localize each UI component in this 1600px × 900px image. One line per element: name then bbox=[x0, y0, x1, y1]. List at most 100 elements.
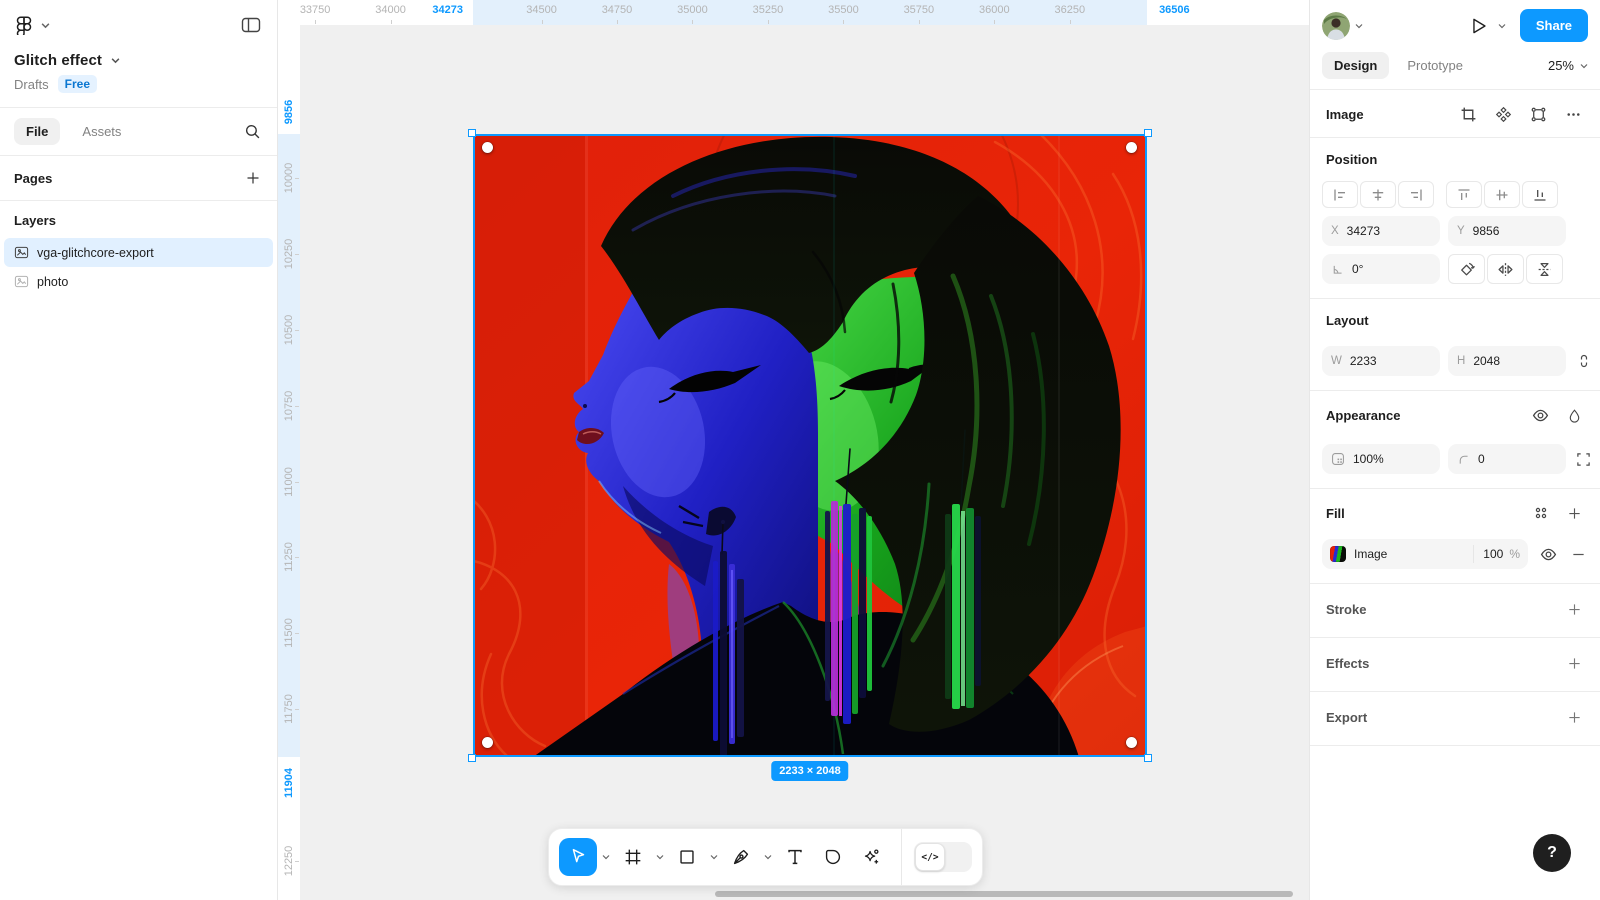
share-button[interactable]: Share bbox=[1520, 9, 1588, 42]
move-tool-chevron-icon[interactable] bbox=[599, 838, 613, 876]
align-left-icon[interactable] bbox=[1322, 181, 1358, 208]
actions-tool-button[interactable] bbox=[853, 838, 889, 876]
eye-icon[interactable] bbox=[1530, 405, 1551, 426]
align-top-icon[interactable] bbox=[1446, 181, 1482, 208]
add-stroke-icon[interactable] bbox=[1565, 600, 1584, 619]
layer-row-photo[interactable]: photo bbox=[4, 267, 273, 296]
opacity-field[interactable]: 100% bbox=[1322, 444, 1440, 474]
x-position-field[interactable]: X 34273 bbox=[1322, 216, 1440, 246]
frame-tool-chevron-icon[interactable] bbox=[653, 838, 667, 876]
position-section: Position X 34273 Y 9856 bbox=[1310, 137, 1600, 298]
project-breadcrumb[interactable]: Drafts bbox=[14, 77, 49, 92]
avatar bbox=[1322, 12, 1350, 40]
file-title-chevron-icon[interactable] bbox=[111, 57, 120, 64]
add-effect-icon[interactable] bbox=[1565, 654, 1584, 673]
frame-tool-button[interactable] bbox=[615, 838, 651, 876]
mask-icon[interactable] bbox=[1528, 104, 1549, 125]
effects-heading: Effects bbox=[1326, 656, 1369, 671]
canvas-toolbar: </> bbox=[548, 828, 983, 886]
dev-mode-icon: </> bbox=[915, 843, 945, 871]
search-icon[interactable] bbox=[242, 121, 263, 142]
add-page-button[interactable] bbox=[243, 168, 263, 188]
glitch-image[interactable] bbox=[473, 134, 1147, 757]
corner-radius-handle[interactable] bbox=[482, 737, 493, 748]
height-field[interactable]: H 2048 bbox=[1448, 346, 1566, 376]
plan-badge[interactable]: Free bbox=[58, 75, 97, 93]
present-play-button[interactable] bbox=[1466, 13, 1492, 39]
expand-icon[interactable] bbox=[1574, 450, 1593, 469]
corner-radius-icon bbox=[1457, 453, 1470, 466]
layers-label: Layers bbox=[14, 213, 56, 228]
selection-handle-bottom-left[interactable] bbox=[468, 754, 476, 762]
align-right-icon[interactable] bbox=[1398, 181, 1434, 208]
corner-radius-handle[interactable] bbox=[482, 142, 493, 153]
dev-mode-toggle[interactable]: </> bbox=[914, 842, 972, 872]
add-export-icon[interactable] bbox=[1565, 708, 1584, 727]
effects-section: Effects bbox=[1310, 637, 1600, 691]
w-label: W bbox=[1331, 355, 1342, 367]
component-icon[interactable] bbox=[1493, 104, 1514, 125]
fill-image-row[interactable]: Image 100 % bbox=[1322, 539, 1528, 569]
flip-vertical-icon[interactable] bbox=[1526, 254, 1563, 284]
horizontal-scrollbar[interactable] bbox=[715, 891, 1293, 897]
appearance-section: Appearance 100% 0 bbox=[1310, 390, 1600, 488]
styles-icon[interactable] bbox=[1531, 503, 1551, 523]
layer-row-vga-glitchcore-export[interactable]: vga-glitchcore-export bbox=[4, 238, 273, 267]
fill-type-label: Image bbox=[1354, 547, 1465, 561]
width-field[interactable]: W 2233 bbox=[1322, 346, 1440, 376]
tab-file[interactable]: File bbox=[14, 118, 60, 145]
selection-handle-top-right[interactable] bbox=[1144, 129, 1152, 137]
ruler-selection-highlight bbox=[278, 134, 300, 757]
pen-tool-chevron-icon[interactable] bbox=[761, 838, 775, 876]
layout-heading: Layout bbox=[1326, 313, 1369, 328]
pen-tool-button[interactable] bbox=[723, 838, 759, 876]
position-heading: Position bbox=[1326, 152, 1377, 167]
crop-icon[interactable] bbox=[1458, 104, 1479, 125]
stroke-heading: Stroke bbox=[1326, 602, 1366, 617]
corner-radius-handle[interactable] bbox=[1126, 737, 1137, 748]
blend-drop-icon[interactable] bbox=[1565, 406, 1584, 426]
remove-fill-minus-icon[interactable] bbox=[1569, 545, 1588, 564]
present-chevron-icon[interactable] bbox=[1498, 23, 1506, 29]
h-label: H bbox=[1457, 355, 1465, 367]
y-label: Y bbox=[1457, 225, 1465, 237]
account-menu[interactable] bbox=[1322, 12, 1363, 40]
x-value: 34273 bbox=[1347, 224, 1380, 238]
align-bottom-icon[interactable] bbox=[1522, 181, 1558, 208]
move-tool-button[interactable] bbox=[559, 838, 597, 876]
figma-main-menu[interactable] bbox=[14, 15, 50, 35]
selection-handle-top-left[interactable] bbox=[468, 129, 476, 137]
selection-handle-bottom-right[interactable] bbox=[1144, 754, 1152, 762]
layer-name: photo bbox=[37, 275, 68, 289]
appearance-heading: Appearance bbox=[1326, 408, 1400, 423]
help-button[interactable]: ? bbox=[1533, 834, 1571, 872]
more-icon[interactable] bbox=[1563, 104, 1584, 125]
corner-radius-field[interactable]: 0 bbox=[1448, 444, 1566, 474]
tab-prototype[interactable]: Prototype bbox=[1395, 52, 1475, 79]
constrain-proportions-icon[interactable] bbox=[1574, 351, 1594, 371]
export-section: Export bbox=[1310, 691, 1600, 746]
tab-design[interactable]: Design bbox=[1322, 52, 1389, 79]
align-v-center-icon[interactable] bbox=[1484, 181, 1520, 208]
align-h-center-icon[interactable] bbox=[1360, 181, 1396, 208]
fill-visibility-eye-icon[interactable] bbox=[1538, 544, 1559, 565]
collapse-sidebar-button[interactable] bbox=[239, 14, 263, 36]
zoom-level-control[interactable]: 25% bbox=[1548, 58, 1588, 73]
flip-horizontal-icon[interactable] bbox=[1487, 254, 1524, 284]
rectangle-tool-button[interactable] bbox=[669, 838, 705, 876]
rotation-field[interactable]: 0° bbox=[1322, 254, 1440, 284]
opacity-value: 100% bbox=[1353, 452, 1384, 466]
chevron-down-icon bbox=[1355, 23, 1363, 29]
rectangle-tool-chevron-icon[interactable] bbox=[707, 838, 721, 876]
text-tool-button[interactable] bbox=[777, 838, 813, 876]
corner-radius-handle[interactable] bbox=[1126, 142, 1137, 153]
tab-assets[interactable]: Assets bbox=[70, 118, 133, 145]
comment-tool-button[interactable] bbox=[815, 838, 851, 876]
fill-opacity-value[interactable]: 100 bbox=[1483, 547, 1503, 561]
selected-image-frame[interactable] bbox=[473, 134, 1147, 757]
rotate-icon[interactable] bbox=[1448, 254, 1485, 284]
y-position-field[interactable]: Y 9856 bbox=[1448, 216, 1566, 246]
add-fill-icon[interactable] bbox=[1565, 504, 1584, 523]
w-value: 2233 bbox=[1350, 354, 1377, 368]
canvas-viewport[interactable]: 2233 × 2048 3375034000342733450034750350… bbox=[278, 0, 1309, 900]
